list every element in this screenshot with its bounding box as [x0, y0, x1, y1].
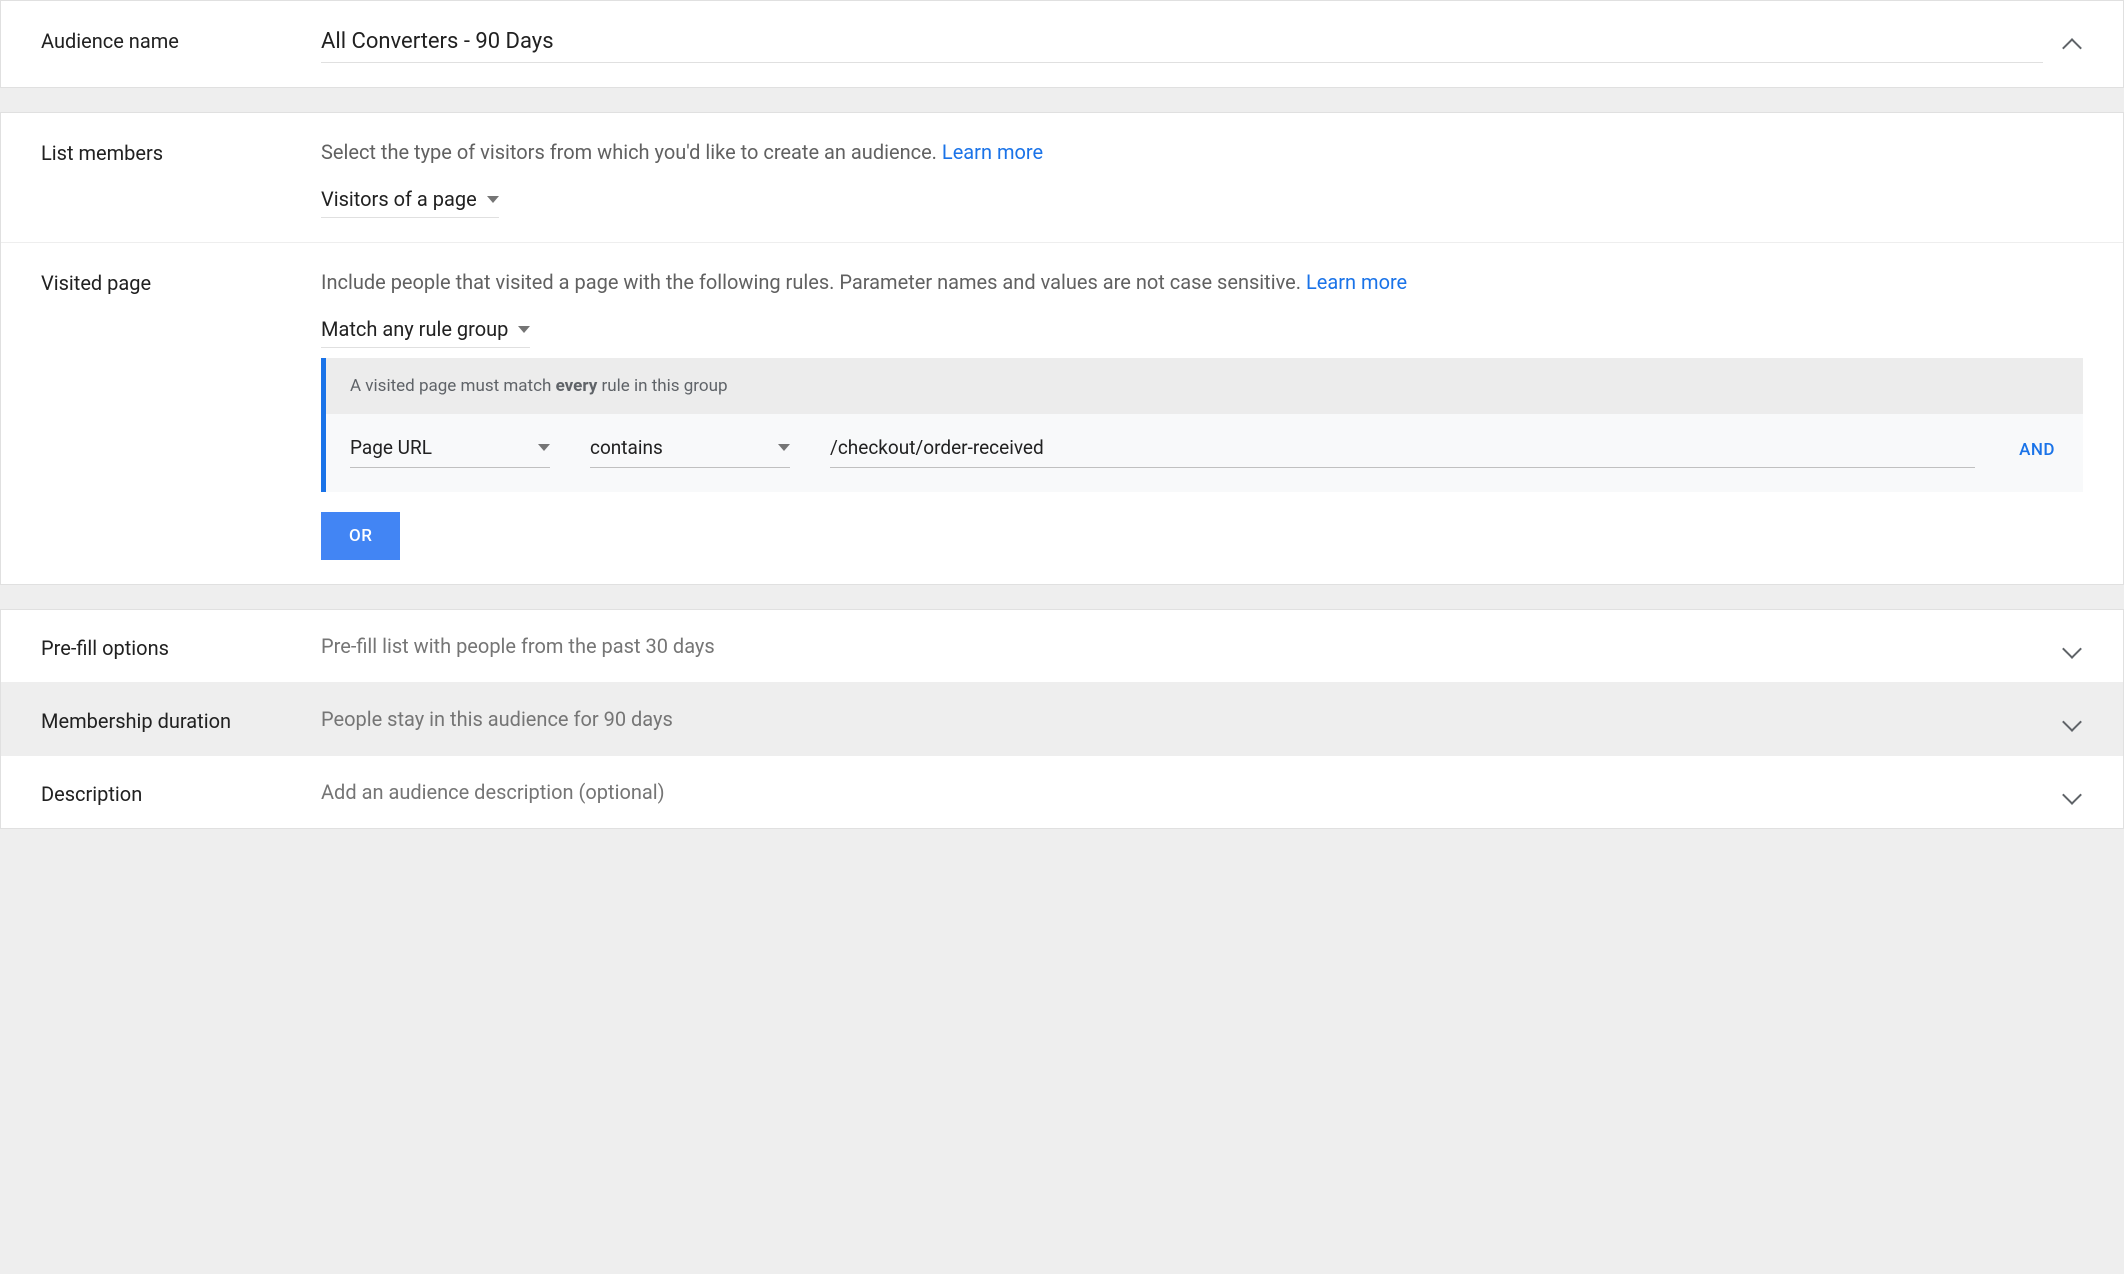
audience-builder: Audience name List members Select the ty…	[0, 0, 2124, 829]
learn-more-link-2[interactable]: Learn more	[1306, 270, 1407, 294]
audience-name-card: Audience name	[0, 0, 2124, 88]
match-rule-value: Match any rule group	[321, 317, 508, 341]
rule-group: A visited page must match every rule in …	[321, 358, 2083, 492]
audience-name-label: Audience name	[41, 25, 321, 53]
rule-value-input[interactable]	[830, 432, 1975, 468]
prefill-label: Pre-fill options	[41, 632, 321, 660]
caret-down-icon	[487, 196, 499, 203]
prefill-row[interactable]: Pre-fill options Pre-fill list with peop…	[1, 610, 2123, 683]
visited-page-row: Visited page Include people that visited…	[1, 243, 2123, 584]
rule-group-header: A visited page must match every rule in …	[326, 358, 2083, 414]
rule-field-dropdown[interactable]: Page URL	[350, 432, 550, 468]
visited-page-label: Visited page	[41, 267, 321, 295]
options-card: Pre-fill options Pre-fill list with peop…	[0, 609, 2124, 829]
visitor-type-value: Visitors of a page	[321, 187, 477, 211]
description-summary: Add an audience description (optional)	[321, 780, 665, 804]
rule-group-header-pre: A visited page must match	[350, 376, 556, 396]
list-members-helper-text: Select the type of visitors from which y…	[321, 140, 942, 164]
description-label: Description	[41, 778, 321, 806]
membership-label: Membership duration	[41, 705, 321, 733]
description-row[interactable]: Description Add an audience description …	[1, 756, 2123, 828]
list-members-label: List members	[41, 137, 321, 165]
list-members-helper: Select the type of visitors from which y…	[321, 137, 2083, 167]
members-card: List members Select the type of visitors…	[0, 112, 2124, 585]
caret-down-icon	[538, 444, 550, 451]
visited-page-helper: Include people that visited a page with …	[321, 267, 2083, 297]
visitor-type-dropdown[interactable]: Visitors of a page	[321, 183, 499, 218]
audience-name-input[interactable]	[321, 25, 2043, 63]
rule-row: Page URL contains AND	[326, 414, 2083, 492]
rule-operator-value: contains	[590, 436, 663, 459]
visited-page-content: Include people that visited a page with …	[321, 267, 2083, 560]
membership-row[interactable]: Membership duration People stay in this …	[1, 683, 2123, 756]
membership-summary: People stay in this audience for 90 days	[321, 707, 673, 731]
or-button[interactable]: OR	[321, 512, 400, 560]
rule-field-value: Page URL	[350, 436, 432, 459]
prefill-summary: Pre-fill list with people from the past …	[321, 634, 715, 658]
list-members-content: Select the type of visitors from which y…	[321, 137, 2083, 218]
caret-down-icon	[778, 444, 790, 451]
visited-page-helper-text: Include people that visited a page with …	[321, 270, 1306, 294]
and-button[interactable]: AND	[2015, 432, 2059, 468]
audience-name-row: Audience name	[1, 1, 2123, 87]
rule-group-header-strong: every	[556, 376, 598, 396]
list-members-row: List members Select the type of visitors…	[1, 113, 2123, 243]
rule-group-header-post: rule in this group	[597, 376, 727, 396]
rule-operator-dropdown[interactable]: contains	[590, 432, 790, 468]
learn-more-link-1[interactable]: Learn more	[942, 140, 1043, 164]
audience-name-content	[321, 25, 2083, 63]
caret-down-icon	[518, 326, 530, 333]
match-rule-dropdown[interactable]: Match any rule group	[321, 313, 530, 348]
